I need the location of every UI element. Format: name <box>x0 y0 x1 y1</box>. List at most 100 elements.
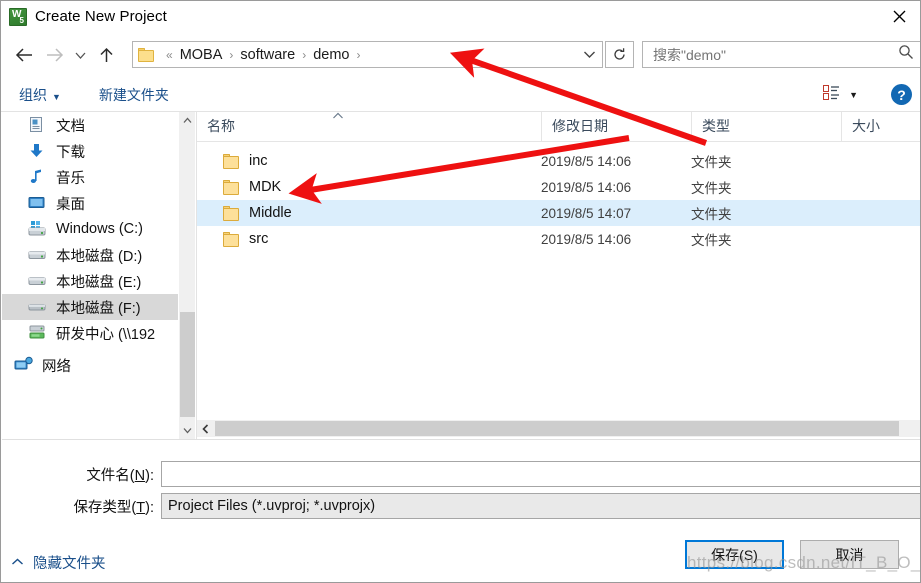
sidebar-item-windows-c[interactable]: Windows (C:) <box>2 216 178 242</box>
sort-ascending-icon <box>332 112 344 123</box>
horizontal-scroll-thumb[interactable] <box>215 421 899 436</box>
forward-arrow-icon <box>46 48 63 62</box>
scroll-down-icon[interactable] <box>179 422 196 439</box>
table-row[interactable]: Middle 2019/8/5 14:07 文件夹 <box>197 200 920 226</box>
network-drive-icon <box>28 324 48 342</box>
drive-glyph <box>28 304 46 311</box>
documents-glyph <box>30 117 42 132</box>
address-dropdown-button[interactable] <box>576 42 602 67</box>
table-row[interactable]: inc 2019/8/5 14:06 文件夹 <box>197 148 920 174</box>
download-arrow-glyph <box>30 144 43 157</box>
sidebar-item-local-disk-e[interactable]: 本地磁盘 (E:) <box>2 268 178 294</box>
sidebar-item-label: 下载 <box>56 144 85 161</box>
title-bar: W 5 Create New Project <box>1 1 920 32</box>
windows-drive-icon <box>28 220 48 238</box>
file-name-label: Middle <box>249 205 292 221</box>
help-button[interactable]: ? <box>891 84 912 105</box>
filetype-accelerator: T <box>136 499 146 516</box>
search-box[interactable] <box>642 41 920 68</box>
sidebar-item-network-drive[interactable]: 研发中心 (\\192 <box>2 320 178 346</box>
folder-icon <box>138 47 155 62</box>
table-row[interactable]: src 2019/8/5 14:06 文件夹 <box>197 226 920 252</box>
close-icon[interactable] <box>877 1 920 32</box>
organize-label: 组织 <box>19 87 47 103</box>
filetype-label: 保存类型(T): <box>1 496 161 517</box>
up-one-level-button[interactable] <box>91 40 121 70</box>
breadcrumb-separator: › <box>229 47 234 62</box>
filetype-label-pre: 保存类型( <box>73 499 137 516</box>
search-input[interactable] <box>651 45 894 64</box>
network-icon <box>14 356 34 374</box>
address-bar[interactable]: « MOBA › software › demo › <box>132 41 603 68</box>
sidebar-item-label: Windows (C:) <box>56 221 144 237</box>
table-row[interactable]: MDK 2019/8/5 14:06 文件夹 <box>197 174 920 200</box>
file-name-cell: inc <box>197 153 541 169</box>
up-arrow-icon <box>99 47 113 62</box>
chevron-left-glyph <box>202 423 209 434</box>
magnifier-glyph <box>899 45 913 59</box>
column-header-name[interactable]: 名称 <box>197 112 541 141</box>
windows-drive-glyph <box>28 221 46 236</box>
refresh-button[interactable] <box>605 41 634 68</box>
command-bar: 组织 ▼ 新建文件夹 ▼ ? <box>1 79 920 111</box>
documents-icon <box>28 116 48 134</box>
chevron-up-glyph <box>12 558 23 565</box>
sidebar-item-desktop[interactable]: 桌面 <box>2 190 178 216</box>
breadcrumb-item-software[interactable]: software <box>238 47 297 63</box>
chevron-down-icon: ▼ <box>52 92 61 102</box>
file-type-cell: 文件夹 <box>691 207 732 222</box>
sidebar-item-label: 桌面 <box>56 196 85 213</box>
music-note-glyph <box>30 169 41 183</box>
sidebar-item-music[interactable]: 音乐 <box>2 164 178 190</box>
file-list-horizontal-scrollbar[interactable] <box>197 420 920 437</box>
uvision-icon-glyph-bottom: 5 <box>19 15 24 25</box>
forward-button[interactable] <box>39 40 69 70</box>
filetype-select[interactable]: Project Files (*.uvproj; *.uvprojx) <box>161 493 920 519</box>
sidebar-item-label: 本地磁盘 (E:) <box>56 274 142 291</box>
organize-button[interactable]: 组织 ▼ <box>15 83 65 107</box>
back-button[interactable] <box>9 40 39 70</box>
sidebar-item-documents[interactable]: 文档 <box>2 112 178 138</box>
sidebar-scrollbar[interactable] <box>178 112 195 439</box>
view-mode-control[interactable]: ▼ <box>823 85 858 105</box>
filename-label-post: ): <box>145 467 154 484</box>
new-folder-button[interactable]: 新建文件夹 <box>95 83 173 107</box>
column-header-size[interactable]: 大小 <box>841 112 920 141</box>
column-header-type[interactable]: 类型 <box>691 112 841 141</box>
file-date-cell: 2019/8/5 14:07 <box>541 205 632 221</box>
breadcrumb-separator: › <box>356 47 361 62</box>
folder-icon <box>223 153 240 169</box>
desktop-icon <box>28 194 48 212</box>
sidebar-item-downloads[interactable]: 下载 <box>2 138 178 164</box>
sidebar-item-local-disk-d[interactable]: 本地磁盘 (D:) <box>2 242 178 268</box>
window-title: Create New Project <box>35 8 167 25</box>
breadcrumb-item-demo[interactable]: demo <box>311 47 351 63</box>
drive-glyph <box>28 277 46 285</box>
hide-folders-toggle[interactable]: 隐藏文件夹 <box>11 552 106 573</box>
folder-icon <box>223 205 240 221</box>
recent-locations-button[interactable] <box>69 40 91 70</box>
filename-input[interactable] <box>161 461 920 487</box>
breadcrumb-overflow[interactable]: « <box>161 48 178 62</box>
back-arrow-icon <box>15 48 32 62</box>
chevron-down-icon[interactable]: ▼ <box>849 90 858 100</box>
file-type-cell: 文件夹 <box>691 233 732 248</box>
column-header-name-label: 名称 <box>207 118 235 134</box>
chevron-down-glyph <box>183 428 192 434</box>
file-name-label: src <box>249 231 269 247</box>
file-date-cell: 2019/8/5 14:06 <box>541 153 632 169</box>
breadcrumb-item-moba[interactable]: MOBA <box>178 47 225 63</box>
file-type-cell: 文件夹 <box>691 155 732 170</box>
navigation-pane: 文档 下载 音乐 桌面 Windows (C:) 本地磁盘 (D:) 本地磁盘 … <box>2 112 178 439</box>
sidebar-scroll-thumb[interactable] <box>180 312 195 417</box>
file-date-cell: 2019/8/5 14:06 <box>541 231 632 247</box>
scroll-left-icon[interactable] <box>197 420 214 437</box>
sidebar-item-network[interactable]: 网络 <box>2 352 178 378</box>
scroll-up-icon[interactable] <box>179 112 196 129</box>
sidebar-item-label: 本地磁盘 (D:) <box>56 248 143 265</box>
refresh-icon <box>614 48 625 60</box>
view-list-icon <box>823 85 840 105</box>
sidebar-item-label: 网络 <box>42 358 71 375</box>
sidebar-item-local-disk-f[interactable]: 本地磁盘 (F:) <box>2 294 178 320</box>
column-header-date[interactable]: 修改日期 <box>541 112 691 141</box>
